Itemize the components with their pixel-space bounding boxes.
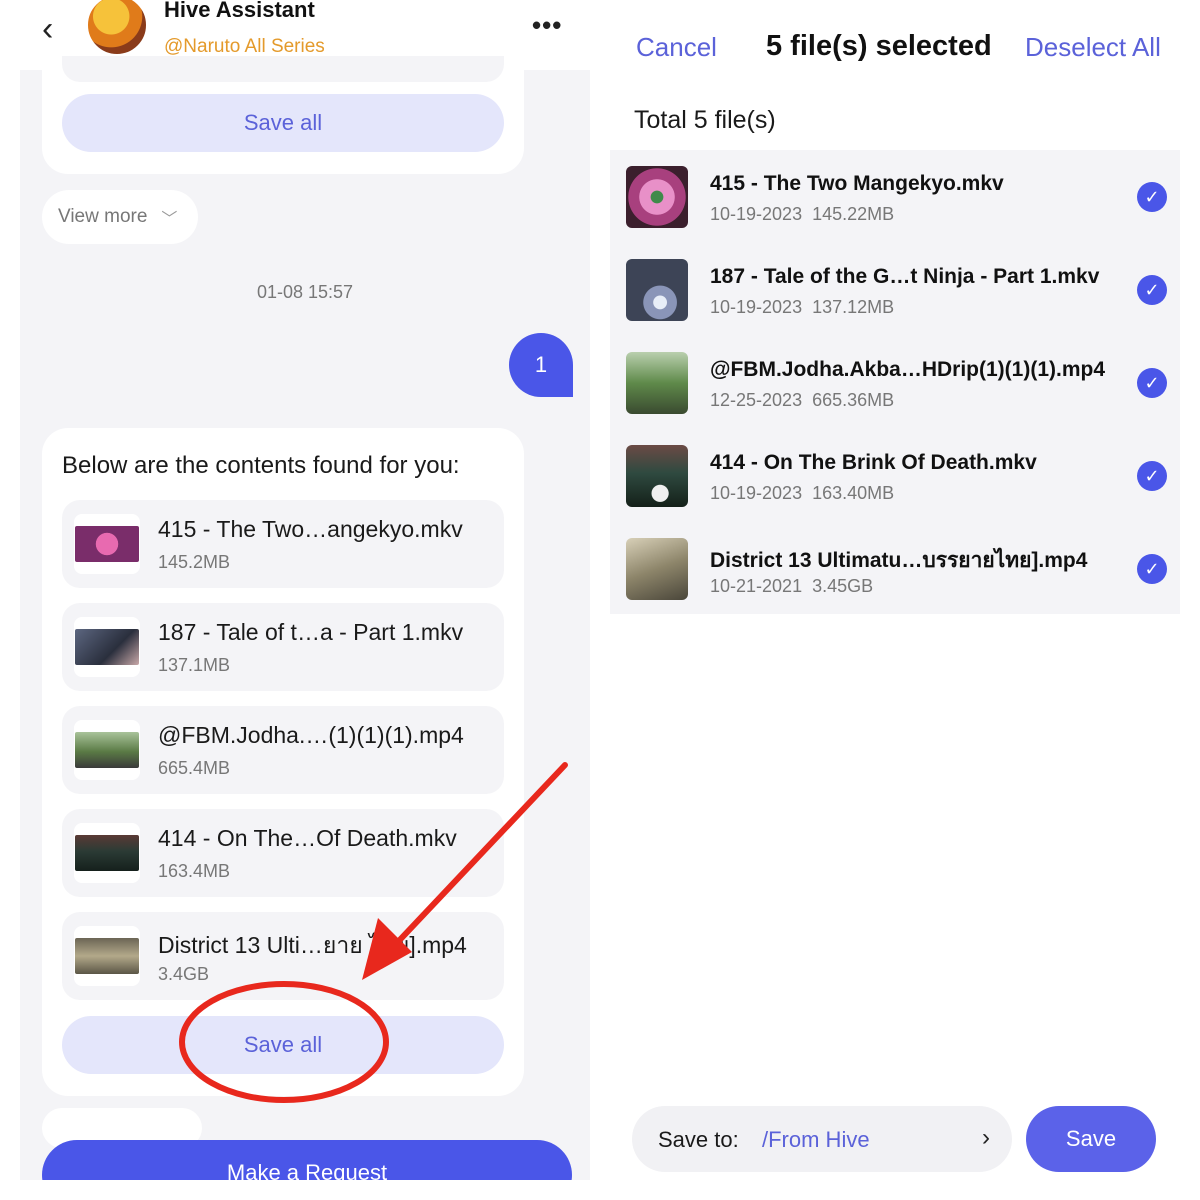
video-thumbnail: [74, 514, 140, 574]
file-list-item[interactable]: District 13 Ulti…ยาย ไทย].mp4 3.4GB: [62, 912, 504, 1000]
file-list-item[interactable]: 414 - On The…Of Death.mkv 163.4MB: [62, 809, 504, 897]
video-thumbnail: [626, 538, 688, 600]
file-meta: 10-19-2023 145.22MB: [710, 204, 894, 225]
file-name: 415 - The Two…angekyo.mkv: [158, 516, 463, 542]
bot-handle[interactable]: @Naruto All Series: [164, 36, 325, 58]
file-size: 137.12MB: [812, 297, 895, 317]
previous-file-item: [62, 56, 504, 82]
cancel-button[interactable]: Cancel: [636, 32, 717, 63]
selected-file-row[interactable]: @FBM.Jodha.Akba…HDrip(1)(1)(1).mp4 12-25…: [610, 336, 1180, 428]
video-thumbnail: [626, 259, 688, 321]
file-meta: 12-25-2023 665.36MB: [710, 390, 894, 411]
checkmark-icon[interactable]: ✓: [1137, 368, 1167, 398]
selected-file-row[interactable]: 415 - The Two Mangekyo.mkv 10-19-2023 14…: [610, 150, 1180, 242]
file-size: 3.45GB: [812, 576, 874, 596]
chevron-right-icon: ›: [982, 1124, 990, 1151]
selected-file-row[interactable]: 187 - Tale of the G…t Ninja - Part 1.mkv…: [610, 243, 1180, 335]
file-date: 10-19-2023: [710, 204, 803, 224]
more-dots-icon[interactable]: •••: [532, 10, 562, 41]
selected-file-row[interactable]: 414 - On The Brink Of Death.mkv 10-19-20…: [610, 429, 1180, 521]
save-button[interactable]: Save: [1026, 1106, 1156, 1172]
file-date: 12-25-2023: [710, 390, 803, 410]
video-thumbnail: [626, 352, 688, 414]
file-size: 665.36MB: [812, 390, 895, 410]
file-date: 10-19-2023: [710, 483, 803, 503]
file-selection-panel: Cancel 5 file(s) selected Deselect All T…: [610, 0, 1200, 1200]
selected-file-row[interactable]: District 13 Ultimatu…บรรยายไทย].mp4 10-2…: [610, 522, 1180, 614]
make-request-button[interactable]: Make a Request: [42, 1140, 572, 1180]
save-to-label: Save to:: [658, 1127, 739, 1152]
file-size: 665.4MB: [158, 758, 231, 778]
video-thumbnail: [74, 720, 140, 780]
file-size: 137.1MB: [158, 655, 231, 675]
save-all-button[interactable]: Save all: [62, 1016, 504, 1074]
message-timestamp: 01-08 15:57: [256, 282, 354, 302]
video-thumbnail: [74, 926, 140, 986]
file-size: 163.4MB: [158, 861, 231, 881]
file-name: District 13 Ultimatu…บรรยายไทย].mp4: [710, 549, 1088, 572]
checkmark-icon[interactable]: ✓: [1137, 182, 1167, 212]
video-thumbnail: [626, 445, 688, 507]
file-name: 414 - On The Brink Of Death.mkv: [710, 451, 1037, 474]
file-size: 145.2MB: [158, 552, 231, 572]
view-more-button[interactable]: View more ﹀: [42, 190, 198, 244]
total-files-label: Total 5 file(s): [634, 106, 776, 134]
user-message-bubble: 1: [509, 333, 573, 397]
file-size: 145.22MB: [812, 204, 895, 224]
file-meta: 10-19-2023 163.40MB: [710, 483, 894, 504]
file-name: @FBM.Jodha.Akba…HDrip(1)(1)(1).mp4: [710, 358, 1106, 381]
save-location-picker[interactable]: Save to: /From Hive ›: [632, 1106, 1012, 1172]
avatar[interactable]: [86, 0, 148, 56]
file-meta: 10-19-2023 137.12MB: [710, 297, 894, 318]
file-date: 10-21-2021: [710, 576, 803, 596]
checkmark-icon[interactable]: ✓: [1137, 275, 1167, 305]
file-name: 187 - Tale of t…a - Part 1.mkv: [158, 619, 464, 645]
file-size: 163.40MB: [812, 483, 895, 503]
video-thumbnail: [74, 823, 140, 883]
file-list-item[interactable]: 187 - Tale of t…a - Part 1.mkv 137.1MB: [62, 603, 504, 691]
file-name: District 13 Ulti…ยาย ไทย].mp4: [158, 932, 467, 958]
checkmark-icon[interactable]: ✓: [1137, 554, 1167, 584]
file-list-item[interactable]: 415 - The Two…angekyo.mkv 145.2MB: [62, 500, 504, 588]
file-name: 415 - The Two Mangekyo.mkv: [710, 172, 1004, 195]
file-name: @FBM.Jodha.…(1)(1)(1).mp4: [158, 722, 464, 748]
video-thumbnail: [626, 166, 688, 228]
selection-title: 5 file(s) selected: [766, 30, 992, 62]
previous-results-card: Save all: [42, 56, 524, 174]
results-card: Below are the contents found for you: 41…: [42, 428, 524, 1096]
results-intro: Below are the contents found for you:: [62, 452, 460, 479]
chevron-left-icon[interactable]: ‹: [42, 12, 53, 46]
video-thumbnail: [74, 617, 140, 677]
chevron-down-icon: ﹀: [161, 211, 178, 228]
chat-panel: ‹ Hive Assistant @Naruto All Series ••• …: [20, 0, 590, 1180]
selected-file-list: 415 - The Two Mangekyo.mkv 10-19-2023 14…: [610, 150, 1180, 614]
file-list-item[interactable]: @FBM.Jodha.…(1)(1)(1).mp4 665.4MB: [62, 706, 504, 794]
save-all-button[interactable]: Save all: [62, 94, 504, 152]
file-size: 3.4GB: [158, 964, 210, 984]
bot-name: Hive Assistant: [164, 0, 315, 22]
file-name: 187 - Tale of the G…t Ninja - Part 1.mkv: [710, 265, 1100, 288]
checkmark-icon[interactable]: ✓: [1137, 461, 1167, 491]
deselect-all-button[interactable]: Deselect All: [1025, 32, 1161, 63]
save-to-path: /From Hive: [762, 1127, 870, 1152]
file-meta: 10-21-2021 3.45GB: [710, 576, 873, 597]
file-name: 414 - On The…Of Death.mkv: [158, 825, 457, 851]
view-more-label: View more: [58, 206, 148, 227]
file-date: 10-19-2023: [710, 297, 803, 317]
